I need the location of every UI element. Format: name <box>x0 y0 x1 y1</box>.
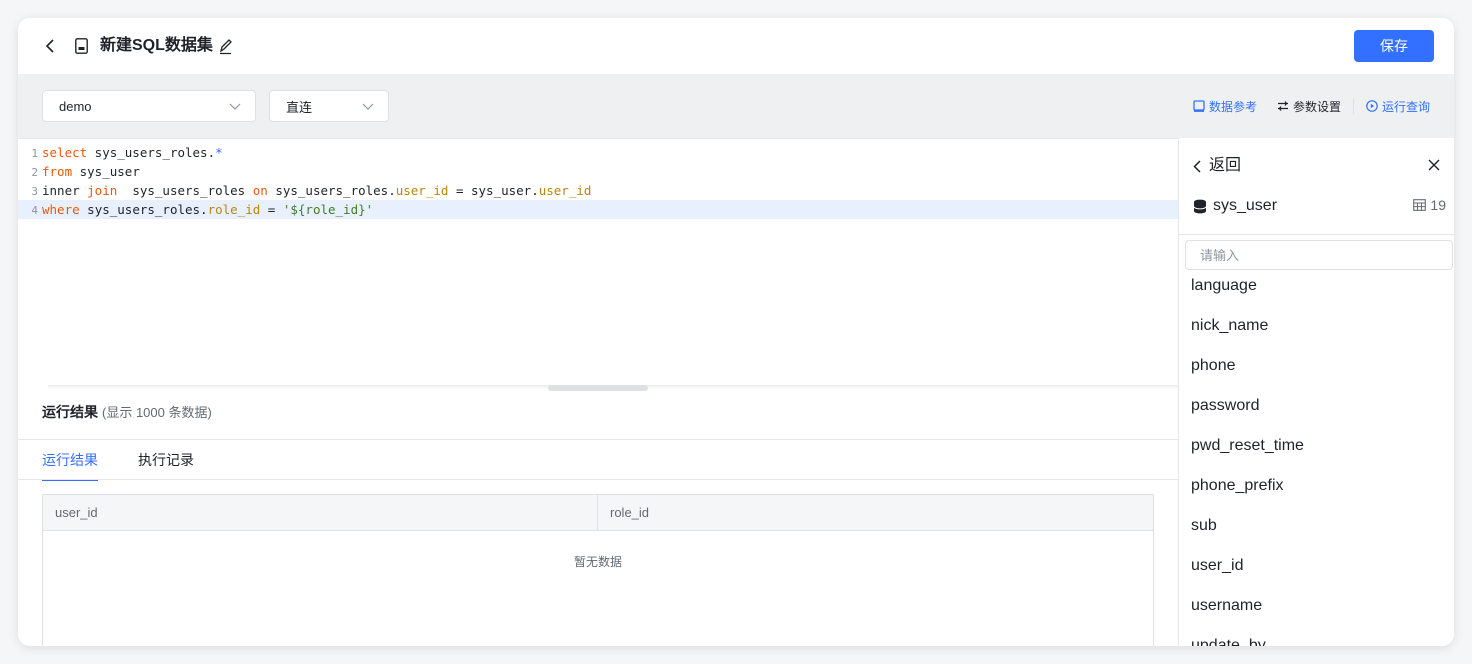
code-token: role_id <box>207 202 261 217</box>
panel-back-button[interactable]: 返回 <box>1193 156 1241 176</box>
data-reference-link[interactable]: 数据参考 <box>1193 98 1257 115</box>
field-count-value: 19 <box>1430 197 1446 213</box>
code-text: select sys_users_roles.* <box>42 145 223 160</box>
data-reference-panel: 返回 sys_user 19 language nick_name phone … <box>1178 138 1454 646</box>
database-icon <box>1193 199 1207 213</box>
code-token: inner <box>42 183 88 198</box>
field-item[interactable]: phone <box>1179 346 1454 386</box>
code-token: user_id <box>538 183 592 198</box>
column-header-role-id[interactable]: role_id <box>598 495 1153 531</box>
settings-sliders-icon <box>1277 101 1288 111</box>
app-window: 新建SQL数据集 保存 demo 直连 数据参考 参数设置 运行查询 1 sel… <box>18 18 1454 646</box>
toolbar-divider <box>1352 98 1354 114</box>
field-list: language nick_name phone password pwd_re… <box>1179 270 1454 646</box>
code-token: join <box>87 183 118 198</box>
field-item[interactable]: nick_name <box>1179 306 1454 346</box>
results-subtitle: (显示 1000 条数据) <box>102 405 212 420</box>
chevron-left-icon <box>1193 159 1201 173</box>
field-item[interactable]: sub <box>1179 506 1454 546</box>
field-item[interactable]: pwd_reset_time <box>1179 426 1454 466</box>
code-token: = <box>260 202 283 217</box>
chevron-left-icon <box>45 39 54 53</box>
divider <box>1179 234 1454 235</box>
chevron-down-icon <box>229 103 241 110</box>
datasource-select[interactable]: demo <box>42 90 256 122</box>
resize-handle[interactable] <box>548 385 648 391</box>
field-item[interactable]: language <box>1179 270 1454 306</box>
field-count: 19 <box>1413 197 1446 213</box>
code-token: user_id <box>395 183 449 198</box>
column-header-user-id[interactable]: user_id <box>43 495 598 531</box>
code-token: sys_users_roles <box>117 183 253 198</box>
param-settings-label: 参数设置 <box>1292 99 1341 114</box>
code-text: where sys_users_roles.role_id = '${role_… <box>42 202 373 217</box>
table-name: sys_user <box>1213 197 1278 214</box>
run-query-link[interactable]: 运行查询 <box>1366 98 1430 115</box>
code-text: inner join sys_users_roles on sys_users_… <box>42 183 591 198</box>
code-text: from sys_user <box>42 164 140 179</box>
line-number: 4 <box>31 204 38 217</box>
sql-file-icon <box>75 38 88 54</box>
line-number: 3 <box>31 185 38 198</box>
close-icon[interactable] <box>1428 155 1440 175</box>
toolbar: demo 直连 数据参考 参数设置 运行查询 <box>18 74 1454 138</box>
field-item[interactable]: user_id <box>1179 546 1454 586</box>
connection-mode-select[interactable]: 直连 <box>269 90 389 122</box>
results-heading: 运行结果 (显示 1000 条数据) <box>42 402 212 423</box>
code-line-active[interactable]: 4 where sys_users_roles.role_id = '${role… <box>18 200 1178 219</box>
back-button[interactable] <box>40 35 60 57</box>
line-number: 2 <box>31 166 38 179</box>
tab-run-results[interactable]: 运行结果 <box>42 440 98 481</box>
results-tabs: 运行结果 执行记录 <box>42 440 234 481</box>
code-token: = sys_user. <box>448 183 539 198</box>
field-item[interactable]: password <box>1179 386 1454 426</box>
code-line[interactable]: 3 inner join sys_users_roles on sys_users… <box>18 181 1178 200</box>
data-reference-label: 数据参考 <box>1208 99 1257 114</box>
book-icon <box>1193 100 1205 112</box>
table-header: user_id role_id <box>43 495 1153 531</box>
sql-editor[interactable]: 1 select sys_users_roles.* 2 from sys_user… <box>18 138 1178 389</box>
code-line[interactable]: 1 select sys_users_roles.* <box>18 143 1178 162</box>
code-token: '${role_id}' <box>282 202 374 217</box>
save-button[interactable]: 保存 <box>1354 30 1434 62</box>
code-line[interactable]: 2 from sys_user <box>18 162 1178 181</box>
code-token: from <box>42 164 73 179</box>
empty-state-text: 暂无数据 <box>573 555 622 569</box>
code-token: * <box>215 145 223 160</box>
panel-back-label: 返回 <box>1209 157 1242 174</box>
code-token: where <box>42 202 80 217</box>
code-token: sys_users_roles. <box>267 183 396 198</box>
page-title: 新建SQL数据集 <box>100 37 213 54</box>
connection-mode-value: 直连 <box>286 99 313 115</box>
header: 新建SQL数据集 保存 <box>18 18 1454 74</box>
panel-table-title: sys_user <box>1193 196 1277 216</box>
code-token: sys_users_roles. <box>79 202 208 217</box>
field-item[interactable]: phone_prefix <box>1179 466 1454 506</box>
code-token: sys_users_roles. <box>87 145 216 160</box>
datasource-value: demo <box>59 98 92 114</box>
field-search-input[interactable] <box>1185 240 1453 270</box>
code-token: sys_user <box>72 164 140 179</box>
results-table: user_id role_id 暂无数据 <box>42 494 1154 646</box>
results-title: 运行结果 <box>42 404 98 420</box>
code-token: on <box>252 183 268 198</box>
field-item[interactable]: update_by <box>1179 626 1454 646</box>
chevron-down-icon <box>362 103 374 110</box>
line-number: 1 <box>31 147 38 160</box>
run-query-label: 运行查询 <box>1381 99 1430 114</box>
editor-actions: 数据参考 参数设置 运行查询 <box>1193 96 1430 116</box>
code-token: select <box>42 145 88 160</box>
play-circle-icon <box>1366 100 1378 112</box>
table-grid-icon <box>1413 199 1427 211</box>
field-item[interactable]: username <box>1179 586 1454 626</box>
param-settings-link[interactable]: 参数设置 <box>1277 98 1341 115</box>
tab-execution-history[interactable]: 执行记录 <box>138 440 194 480</box>
divider <box>18 479 1178 480</box>
edit-icon[interactable] <box>218 37 234 55</box>
